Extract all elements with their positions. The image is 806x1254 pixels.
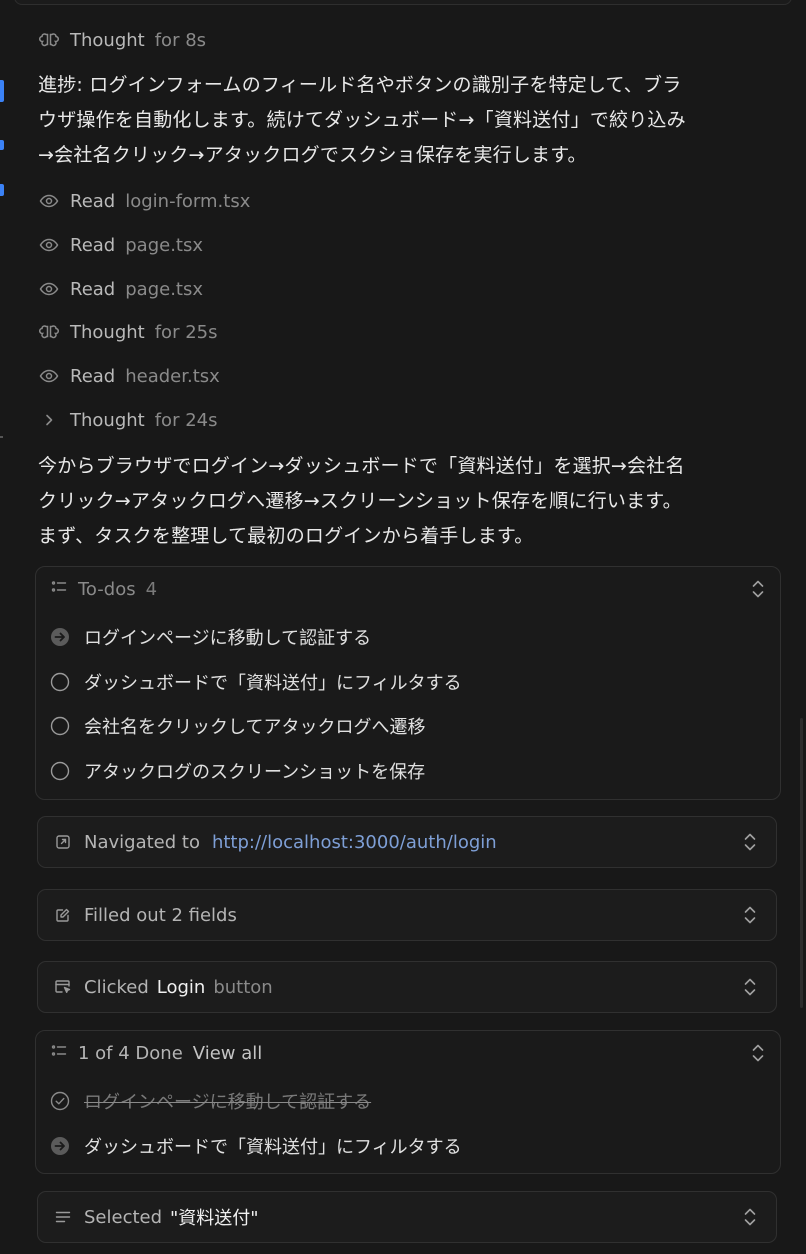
progress-title: 1 of 4 Done [78,1042,183,1064]
list-icon [50,578,68,601]
edge-tick [0,436,3,438]
expand-collapse-icon[interactable] [750,577,766,601]
todos-title: To-dos [78,578,136,600]
step-detail: login-form.tsx [125,190,251,212]
step-detail: for 25s [154,321,218,343]
todo-text: ログインページに移動して認証する [84,628,372,649]
paragraph-line: 今からブラウザでログイン→ダッシュボードで「資料送付」を選択→会社名 [38,455,685,477]
fill-tool-card[interactable]: Filled out 2 fields [37,889,777,941]
step-verb: Read [70,190,116,212]
click-target-suffix: button [213,976,273,998]
thought-step-collapsed[interactable]: Thought for 24s [38,405,217,435]
todo-item: ダッシュボードで「資料送付」にフィルタする [50,668,462,696]
tool-verb: Filled out 2 fields [84,904,237,926]
step-verb: Thought [70,321,145,343]
todo-text: ダッシュボードで「資料送付」にフィルタする [84,673,462,694]
tool-verb: Selected [84,1206,163,1228]
step-verb: Read [70,278,116,300]
select-tool-card[interactable]: Selected "資料送付" [37,1191,777,1243]
brain-icon [38,29,60,51]
pending-circle-icon [50,761,70,781]
expand-collapse-icon[interactable] [742,903,758,927]
edge-marker [0,184,4,196]
navigated-url[interactable]: http://localhost:3000/auth/login [212,832,497,853]
todos-count: 4 [145,578,158,600]
edit-icon [54,906,72,924]
click-tool-card[interactable]: Clicked Login button [37,961,777,1013]
selected-value: "資料送付" [170,1208,259,1229]
todo-item: ログインページに移動して認証する [50,623,371,651]
todo-text: ダッシュボードで「資料送付」にフィルタする [84,1137,462,1158]
in-progress-icon [50,627,70,647]
eye-icon [38,190,60,212]
tool-verb: Navigated to [84,831,200,853]
step-verb: Thought [70,409,145,431]
scrollbar[interactable] [800,718,803,1008]
step-verb: Read [70,234,116,256]
todos-card: To-dos 4 ログインページに移動して認証する ダッシュボードで「資料送付」… [35,566,781,800]
eye-icon [38,234,60,256]
edge-marker [0,80,4,102]
cursor-window-icon [54,978,72,996]
step-detail: page.tsx [125,278,203,300]
paragraph-line: クリック→アタックログへ遷移→スクリーンショット保存を順に行います。 [38,490,682,512]
thought-step[interactable]: Thought for 25s [38,317,217,347]
progress-paragraph: 進捗: ログインフォームのフィールド名やボタンの識別子を特定して、ブラ ウザ操作… [38,68,778,173]
external-link-icon [54,833,72,851]
pending-circle-icon [50,716,70,736]
brain-icon [38,321,60,343]
paragraph-line: →会社名クリック→アタックログでスクショ保存を実行します。 [38,144,587,166]
lines-icon [54,1208,72,1226]
list-icon [50,1042,68,1065]
todo-text: ログインページに移動して認証する [84,1092,372,1113]
todo-item: 会社名をクリックしてアタックログへ遷移 [50,712,425,740]
tool-verb: Clicked [84,976,149,998]
step-detail: header.tsx [125,365,220,387]
step-verb: Read [70,365,116,387]
chevron-right-icon[interactable] [38,409,60,431]
step-detail: page.tsx [125,234,203,256]
todos-header[interactable]: To-dos 4 [50,575,157,603]
click-target: Login [156,976,206,998]
progress-card: 1 of 4 Done View all ログインページに移動して認証する ダッ… [35,1030,781,1174]
eye-icon [38,365,60,387]
thought-step[interactable]: Thought for 8s [38,25,206,55]
paragraph-line: 進捗: ログインフォームのフィールド名やボタンの識別子を特定して、ブラ [38,74,682,96]
expand-collapse-icon[interactable] [742,830,758,854]
paragraph-line: まず、タスクを整理して最初のログインから着手します。 [38,525,534,547]
pending-circle-icon [50,672,70,692]
todo-text: アタックログのスクリーンショットを保存 [84,762,426,783]
read-step[interactable]: Read page.tsx [38,230,203,260]
previous-card [14,0,792,5]
todo-text: 会社名をクリックしてアタックログへ遷移 [84,717,426,738]
todo-item: ダッシュボードで「資料送付」にフィルタする [50,1132,462,1160]
check-circle-icon [50,1091,70,1111]
expand-collapse-icon[interactable] [742,975,758,999]
progress-header[interactable]: 1 of 4 Done View all [50,1039,262,1067]
expand-collapse-icon[interactable] [750,1041,766,1065]
navigate-tool-card[interactable]: Navigated to http://localhost:3000/auth/… [37,816,777,868]
step-detail: for 8s [154,29,207,51]
view-all-link[interactable]: View all [193,1043,262,1064]
read-step[interactable]: Read header.tsx [38,361,220,391]
todo-item: ログインページに移動して認証する [50,1087,371,1115]
read-step[interactable]: Read page.tsx [38,274,203,304]
step-verb: Thought [70,29,145,51]
in-progress-icon [50,1136,70,1156]
read-step[interactable]: Read login-form.tsx [38,186,250,216]
edge-marker [0,140,4,150]
expand-collapse-icon[interactable] [742,1205,758,1229]
step-detail: for 24s [154,409,218,431]
paragraph-line: ウザ操作を自動化します。続けてダッシュボード→「資料送付」で絞り込み [38,109,686,131]
todo-item: アタックログのスクリーンショットを保存 [50,757,425,785]
plan-paragraph: 今からブラウザでログイン→ダッシュボードで「資料送付」を選択→会社名 クリック→… [38,449,778,554]
eye-icon [38,278,60,300]
